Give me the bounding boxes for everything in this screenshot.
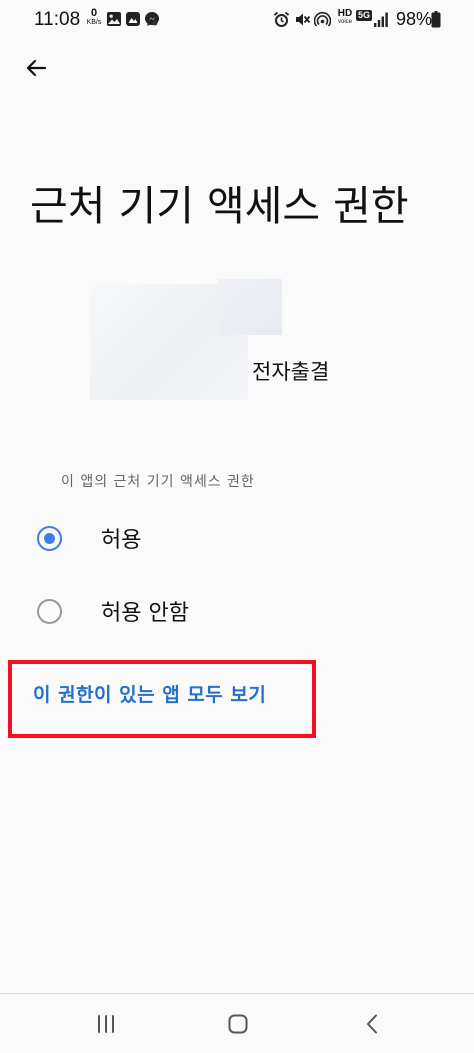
see-all-apps-link[interactable]: 이 권한이 있는 앱 모두 보기 xyxy=(33,680,266,707)
image-icon xyxy=(106,11,122,31)
radio-label-deny: 허용 안함 xyxy=(101,601,189,626)
radio-option-deny[interactable]: 허용 안함 xyxy=(20,583,460,639)
back-icon xyxy=(367,1014,377,1034)
network-speed: 0 KB/s xyxy=(86,7,102,27)
nav-back-button[interactable] xyxy=(352,1004,392,1044)
status-bar: 11:08 0 KB/s HD voice 5G 98% xyxy=(0,0,474,40)
radio-option-allow[interactable]: 허용 xyxy=(20,510,460,566)
app-name: 전자출결 xyxy=(252,360,330,384)
recent-apps-icon xyxy=(98,1015,114,1033)
gallery-icon xyxy=(125,11,141,31)
hd-voice-icon: HD voice xyxy=(337,8,353,26)
radio-label-allow: 허용 xyxy=(101,528,142,553)
arrow-left-icon xyxy=(26,59,47,77)
home-icon xyxy=(228,1014,248,1034)
mute-icon xyxy=(294,11,311,32)
navigation-bar xyxy=(0,994,474,1053)
alarm-icon xyxy=(273,11,290,32)
page-title: 근처 기기 액세스 권한 xyxy=(30,182,409,230)
section-header: 이 앱의 근처 기기 액세스 권한 xyxy=(61,474,255,490)
5g-icon: 5G xyxy=(356,10,373,21)
radio-button-unchecked[interactable] xyxy=(37,598,62,624)
battery-icon xyxy=(431,11,441,32)
home-button[interactable] xyxy=(218,1004,258,1044)
signal-icon xyxy=(373,11,389,32)
status-time: 11:08 xyxy=(34,9,81,30)
battery-percent: 98% xyxy=(396,9,433,29)
radio-button-checked[interactable] xyxy=(37,525,62,551)
notification-dot-icon xyxy=(151,13,161,32)
back-button[interactable] xyxy=(16,48,56,88)
hotspot-icon xyxy=(313,11,332,32)
recent-apps-button[interactable] xyxy=(86,1004,126,1044)
